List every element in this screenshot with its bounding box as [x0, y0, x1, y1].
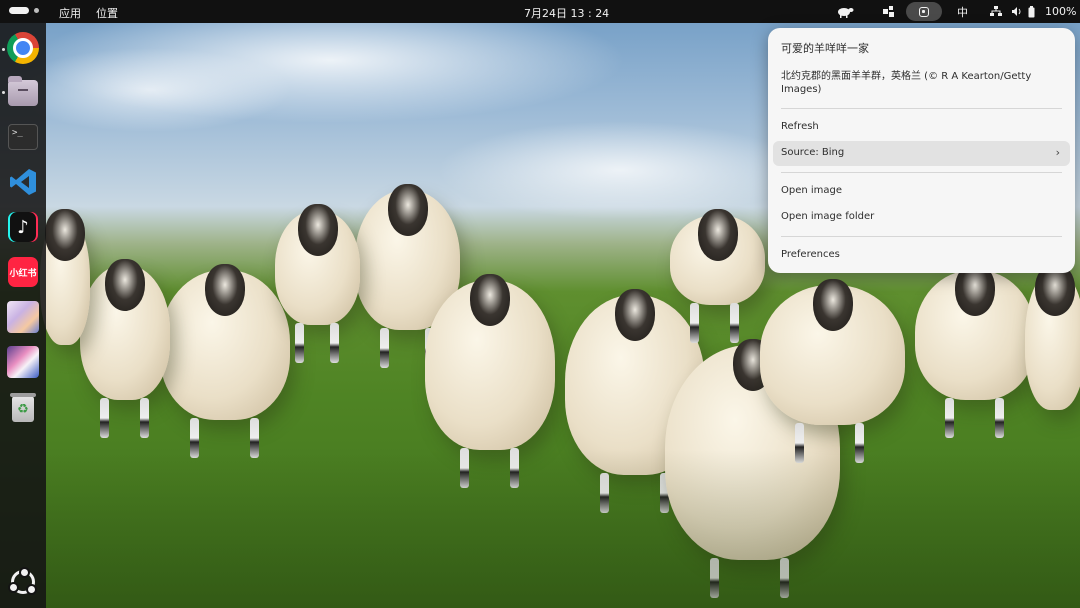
xiaohongshu-launcher[interactable]: 小红书 — [6, 255, 40, 289]
open-image-folder-label: Open image folder — [781, 211, 875, 222]
places-menu[interactable]: 位置 — [96, 5, 118, 21]
preferences-label: Preferences — [781, 249, 840, 260]
clock[interactable]: 7月24日 13 : 24 — [524, 5, 609, 21]
extensions-icon[interactable] — [883, 3, 895, 20]
battery-percentage[interactable]: 100% — [1045, 3, 1076, 20]
game2-icon — [7, 346, 39, 378]
open-image-folder-menu-item[interactable]: Open image folder — [773, 205, 1070, 230]
menu-separator — [781, 108, 1062, 109]
running-indicator — [2, 91, 5, 94]
ubuntu-logo-icon — [8, 567, 37, 595]
input-method-indicator[interactable]: 中 — [957, 3, 968, 20]
game1-icon — [7, 301, 39, 333]
menu-separator — [781, 236, 1062, 237]
chrome-launcher[interactable] — [6, 31, 40, 65]
wallpaper-title: 可爱的羊咩咩一家 — [781, 42, 869, 55]
sheep — [40, 209, 90, 345]
sheep — [160, 264, 290, 458]
files-icon — [8, 76, 38, 106]
sheep — [425, 274, 555, 488]
battery-icon[interactable] — [1028, 3, 1035, 20]
sheep — [275, 204, 360, 363]
sheep — [1025, 264, 1080, 410]
trash-launcher[interactable]: ♻ — [6, 392, 40, 426]
dock: >_ ♪ 小红书 ♻ — [0, 23, 46, 608]
game1-launcher[interactable] — [6, 300, 40, 334]
sheep — [80, 259, 170, 438]
trash-icon: ♻ — [10, 393, 36, 422]
tiktok-icon: ♪ — [8, 212, 38, 242]
wallpaper-menu-popup: 可爱的羊咩咩一家 北约克郡的黑面羊羊群，英格兰 (© R A Kearton/G… — [768, 28, 1075, 273]
chrome-icon — [7, 32, 39, 64]
menu-separator — [781, 172, 1062, 173]
wallpaper-changer-icon[interactable] — [906, 2, 942, 21]
sheep — [670, 209, 765, 343]
vscode-launcher[interactable] — [6, 165, 40, 199]
running-indicator — [2, 48, 5, 51]
refresh-label: Refresh — [781, 121, 819, 132]
show-apps-button[interactable] — [6, 565, 40, 599]
apps-menu[interactable]: 应用 — [59, 5, 81, 21]
terminal-launcher[interactable]: >_ — [6, 120, 40, 154]
wallpaper-description: 北约克郡的黑面羊羊群，英格兰 (© R A Kearton/Getty Imag… — [781, 71, 1032, 95]
volume-icon[interactable] — [1011, 3, 1023, 20]
desktop-screen: 应用 位置 7月24日 13 : 24 中 100% >_ ♪ 小红书 ♻ 可爱… — [0, 0, 1080, 608]
chevron-right-icon: › — [1055, 146, 1060, 159]
refresh-menu-item[interactable]: Refresh — [773, 115, 1070, 140]
active-workspace-pill — [9, 7, 29, 14]
open-image-label: Open image — [781, 185, 843, 196]
source-label: Source: Bing — [781, 147, 845, 158]
sheep-icon[interactable] — [836, 3, 854, 20]
top-bar: 应用 位置 7月24日 13 : 24 中 100% — [0, 0, 1080, 23]
tiktok-launcher[interactable]: ♪ — [6, 210, 40, 244]
network-icon[interactable] — [990, 3, 1002, 20]
workspace-dot — [34, 8, 39, 13]
files-launcher[interactable] — [6, 76, 40, 110]
sheep — [915, 264, 1035, 438]
grass-shadow — [0, 450, 1080, 608]
workspace-indicator[interactable] — [9, 7, 39, 16]
preferences-menu-item[interactable]: Preferences — [773, 243, 1070, 268]
game2-launcher[interactable] — [6, 345, 40, 379]
sheep — [760, 279, 905, 463]
source-menu-item[interactable]: Source: Bing › — [773, 141, 1070, 166]
open-image-menu-item[interactable]: Open image — [773, 179, 1070, 204]
xiaohongshu-icon: 小红书 — [8, 257, 38, 287]
terminal-icon: >_ — [8, 124, 38, 150]
vscode-icon — [10, 169, 36, 195]
